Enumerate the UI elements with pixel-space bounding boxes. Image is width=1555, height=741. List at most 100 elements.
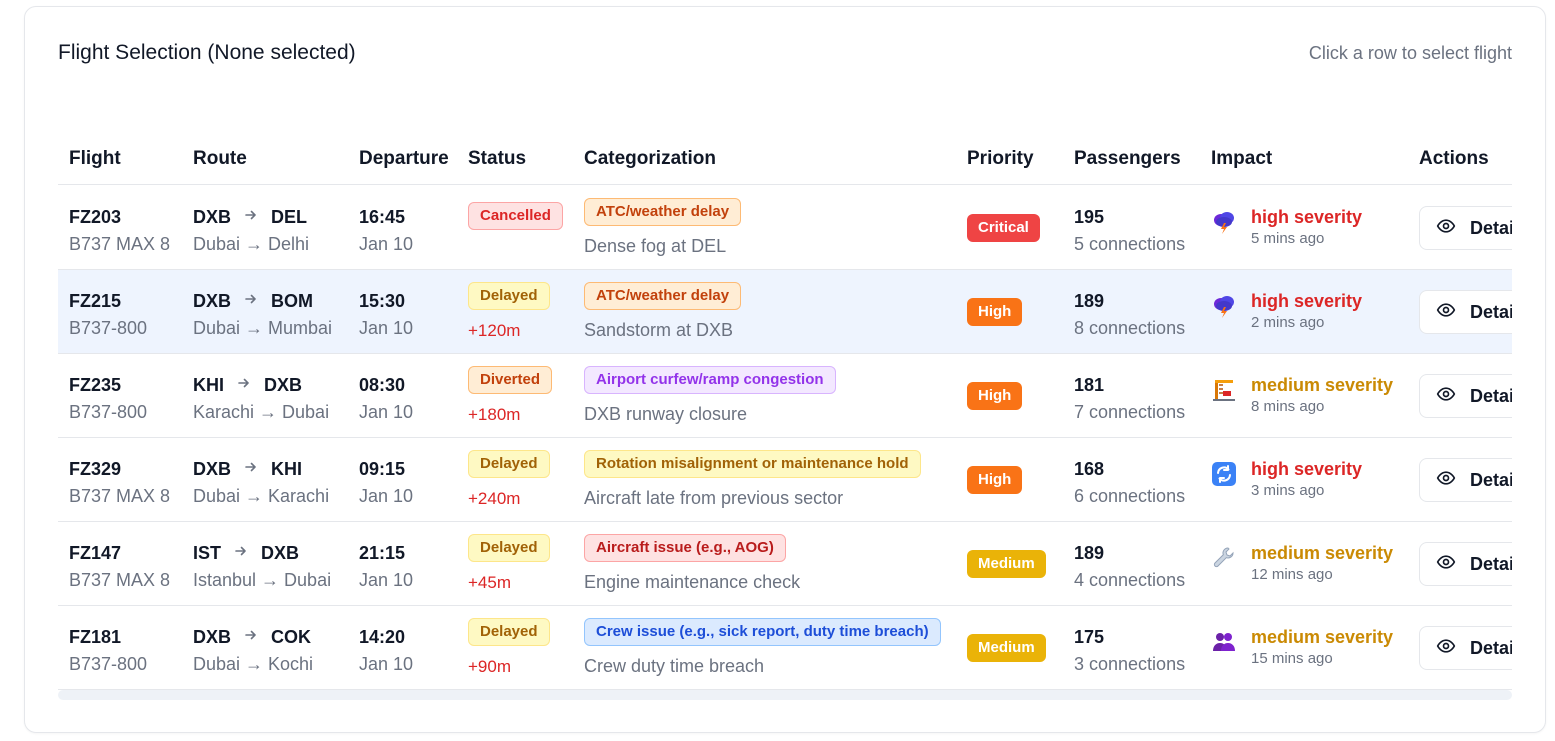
categorization-cell: Crew issue (e.g., sick report, duty time…: [584, 618, 941, 677]
impact-time-ago: 3 mins ago: [1251, 482, 1325, 499]
impact-time-ago: 2 mins ago: [1251, 314, 1325, 331]
category-description: Dense fog at DEL: [584, 236, 727, 256]
priority-badge: Critical: [967, 214, 1040, 242]
delay-minutes: +90m: [468, 657, 511, 676]
passenger-count: 175: [1074, 627, 1105, 647]
table-row-fz181[interactable]: FZ181 B737-800 DXB COK Dubai → Kochi 14:…: [58, 606, 1512, 690]
arrow-right-icon: [245, 458, 257, 480]
category-badge: Airport curfew/ramp congestion: [584, 366, 836, 394]
severity-label: high severity: [1251, 207, 1363, 227]
table-row-fz203[interactable]: FZ203 B737 MAX 8 DXB DEL Dubai → Delhi 1…: [58, 186, 1512, 270]
departure-cell: 08:30 Jan 10: [359, 374, 413, 423]
column-header-priority: Priority: [967, 148, 1034, 169]
rotate-arrows-icon: [1211, 461, 1237, 487]
flight-cell: FZ329 B737 MAX 8: [69, 458, 170, 507]
aircraft-type: B737-800: [69, 318, 148, 338]
passengers-cell: 168 6 connections: [1074, 458, 1185, 507]
category-description: Aircraft late from previous sector: [584, 488, 844, 508]
impact-time-ago: 8 mins ago: [1251, 398, 1325, 415]
eye-icon: [1436, 300, 1456, 325]
route-description: Dubai → Kochi: [193, 654, 314, 674]
departure-time: 16:45: [359, 207, 406, 227]
actions-cell: Details: [1419, 542, 1512, 586]
route-cell: KHI DXB Karachi → Dubai: [193, 374, 329, 423]
departure-cell: 16:45 Jan 10: [359, 206, 413, 255]
impact-cell: high severity 5 mins ago: [1211, 206, 1411, 247]
flight-number: FZ235: [69, 375, 122, 395]
impact-cell: medium severity 15 mins ago: [1211, 626, 1411, 667]
flights-table: Flight Route Departure Status Categoriza…: [58, 138, 1512, 706]
column-header-status: Status: [468, 148, 527, 169]
route-cell: IST DXB Istanbul → Dubai: [193, 542, 331, 591]
passengers-cell: 181 7 connections: [1074, 374, 1185, 423]
category-description: Crew duty time breach: [584, 656, 765, 676]
passengers-cell: 189 8 connections: [1074, 290, 1185, 339]
table-row-fz215[interactable]: FZ215 B737-800 DXB BOM Dubai → Mumbai 15…: [58, 270, 1512, 354]
route-description: Dubai → Mumbai: [193, 318, 333, 338]
priority-badge: High: [967, 382, 1023, 410]
column-header-impact: Impact: [1211, 148, 1273, 169]
impact-cell: medium severity 8 mins ago: [1211, 374, 1411, 415]
details-button-label: Details: [1470, 637, 1512, 658]
impact-time-ago: 5 mins ago: [1251, 230, 1325, 247]
status-cell: Delayed +90m: [468, 618, 550, 677]
arrow-right-icon: [245, 206, 257, 228]
departure-time: 09:15: [359, 459, 406, 479]
details-button[interactable]: Details: [1419, 626, 1512, 670]
origin-code: DXB: [193, 207, 232, 227]
column-header-route: Route: [193, 148, 247, 169]
status-badge: Cancelled: [468, 202, 563, 230]
priority-cell: Medium: [967, 634, 1046, 662]
departure-time: 15:30: [359, 291, 406, 311]
eye-icon: [1436, 552, 1456, 577]
details-button[interactable]: Details: [1419, 374, 1512, 418]
priority-cell: High: [967, 298, 1023, 326]
severity-label: medium severity: [1251, 543, 1394, 563]
impact-cell: high severity 2 mins ago: [1211, 290, 1411, 331]
delay-minutes: +120m: [468, 321, 521, 340]
flight-number: FZ147: [69, 543, 122, 563]
storm-cloud-icon: [1211, 293, 1237, 319]
table-row-fz235[interactable]: FZ235 B737-800 KHI DXB Karachi → Dubai 0…: [58, 354, 1512, 438]
details-button[interactable]: Details: [1419, 206, 1512, 250]
flight-selection-card: Flight Selection (None selected) Click a…: [24, 6, 1546, 733]
eye-icon: [1436, 384, 1456, 409]
route-description: Istanbul → Dubai: [193, 570, 332, 590]
card-title: Flight Selection (None selected): [58, 41, 356, 64]
aircraft-type: B737-800: [69, 402, 148, 422]
route-cell: DXB BOM Dubai → Mumbai: [193, 290, 332, 339]
horizontal-scrollbar[interactable]: [58, 690, 1512, 700]
route-description: Karachi → Dubai: [193, 402, 330, 422]
route-cell: DXB COK Dubai → Kochi: [193, 626, 313, 675]
departure-date: Jan 10: [359, 486, 414, 506]
table-row-fz329[interactable]: FZ329 B737 MAX 8 DXB KHI Dubai → Karachi…: [58, 438, 1512, 522]
categorization-cell: ATC/weather delay Dense fog at DEL: [584, 198, 742, 257]
route-description: Dubai → Karachi: [193, 486, 330, 506]
details-button[interactable]: Details: [1419, 458, 1512, 502]
status-badge: Delayed: [468, 282, 550, 310]
connections-count: 8 connections: [1074, 318, 1186, 338]
column-header-actions: Actions: [1419, 148, 1489, 169]
column-header-categorization: Categorization: [584, 148, 716, 169]
impact-time-ago: 15 mins ago: [1251, 650, 1333, 667]
details-button[interactable]: Details: [1419, 542, 1512, 586]
table-row-fz147[interactable]: FZ147 B737 MAX 8 IST DXB Istanbul → Duba…: [58, 522, 1512, 606]
crane-icon: [1211, 377, 1237, 403]
flight-number: FZ329: [69, 459, 122, 479]
priority-cell: Critical: [967, 214, 1040, 242]
flight-cell: FZ215 B737-800: [69, 290, 147, 339]
category-badge: Crew issue (e.g., sick report, duty time…: [584, 618, 941, 646]
delay-minutes: +45m: [468, 573, 511, 592]
flight-cell: FZ181 B737-800: [69, 626, 147, 675]
status-badge: Delayed: [468, 534, 550, 562]
severity-label: medium severity: [1251, 627, 1394, 647]
priority-cell: Medium: [967, 550, 1046, 578]
impact-cell: medium severity 12 mins ago: [1211, 542, 1411, 583]
details-button[interactable]: Details: [1419, 290, 1512, 334]
passenger-count: 168: [1074, 459, 1105, 479]
details-button-label: Details: [1470, 217, 1512, 238]
priority-cell: High: [967, 466, 1023, 494]
departure-date: Jan 10: [359, 234, 414, 254]
category-description: Sandstorm at DXB: [584, 320, 734, 340]
people-icon: [1211, 629, 1237, 655]
